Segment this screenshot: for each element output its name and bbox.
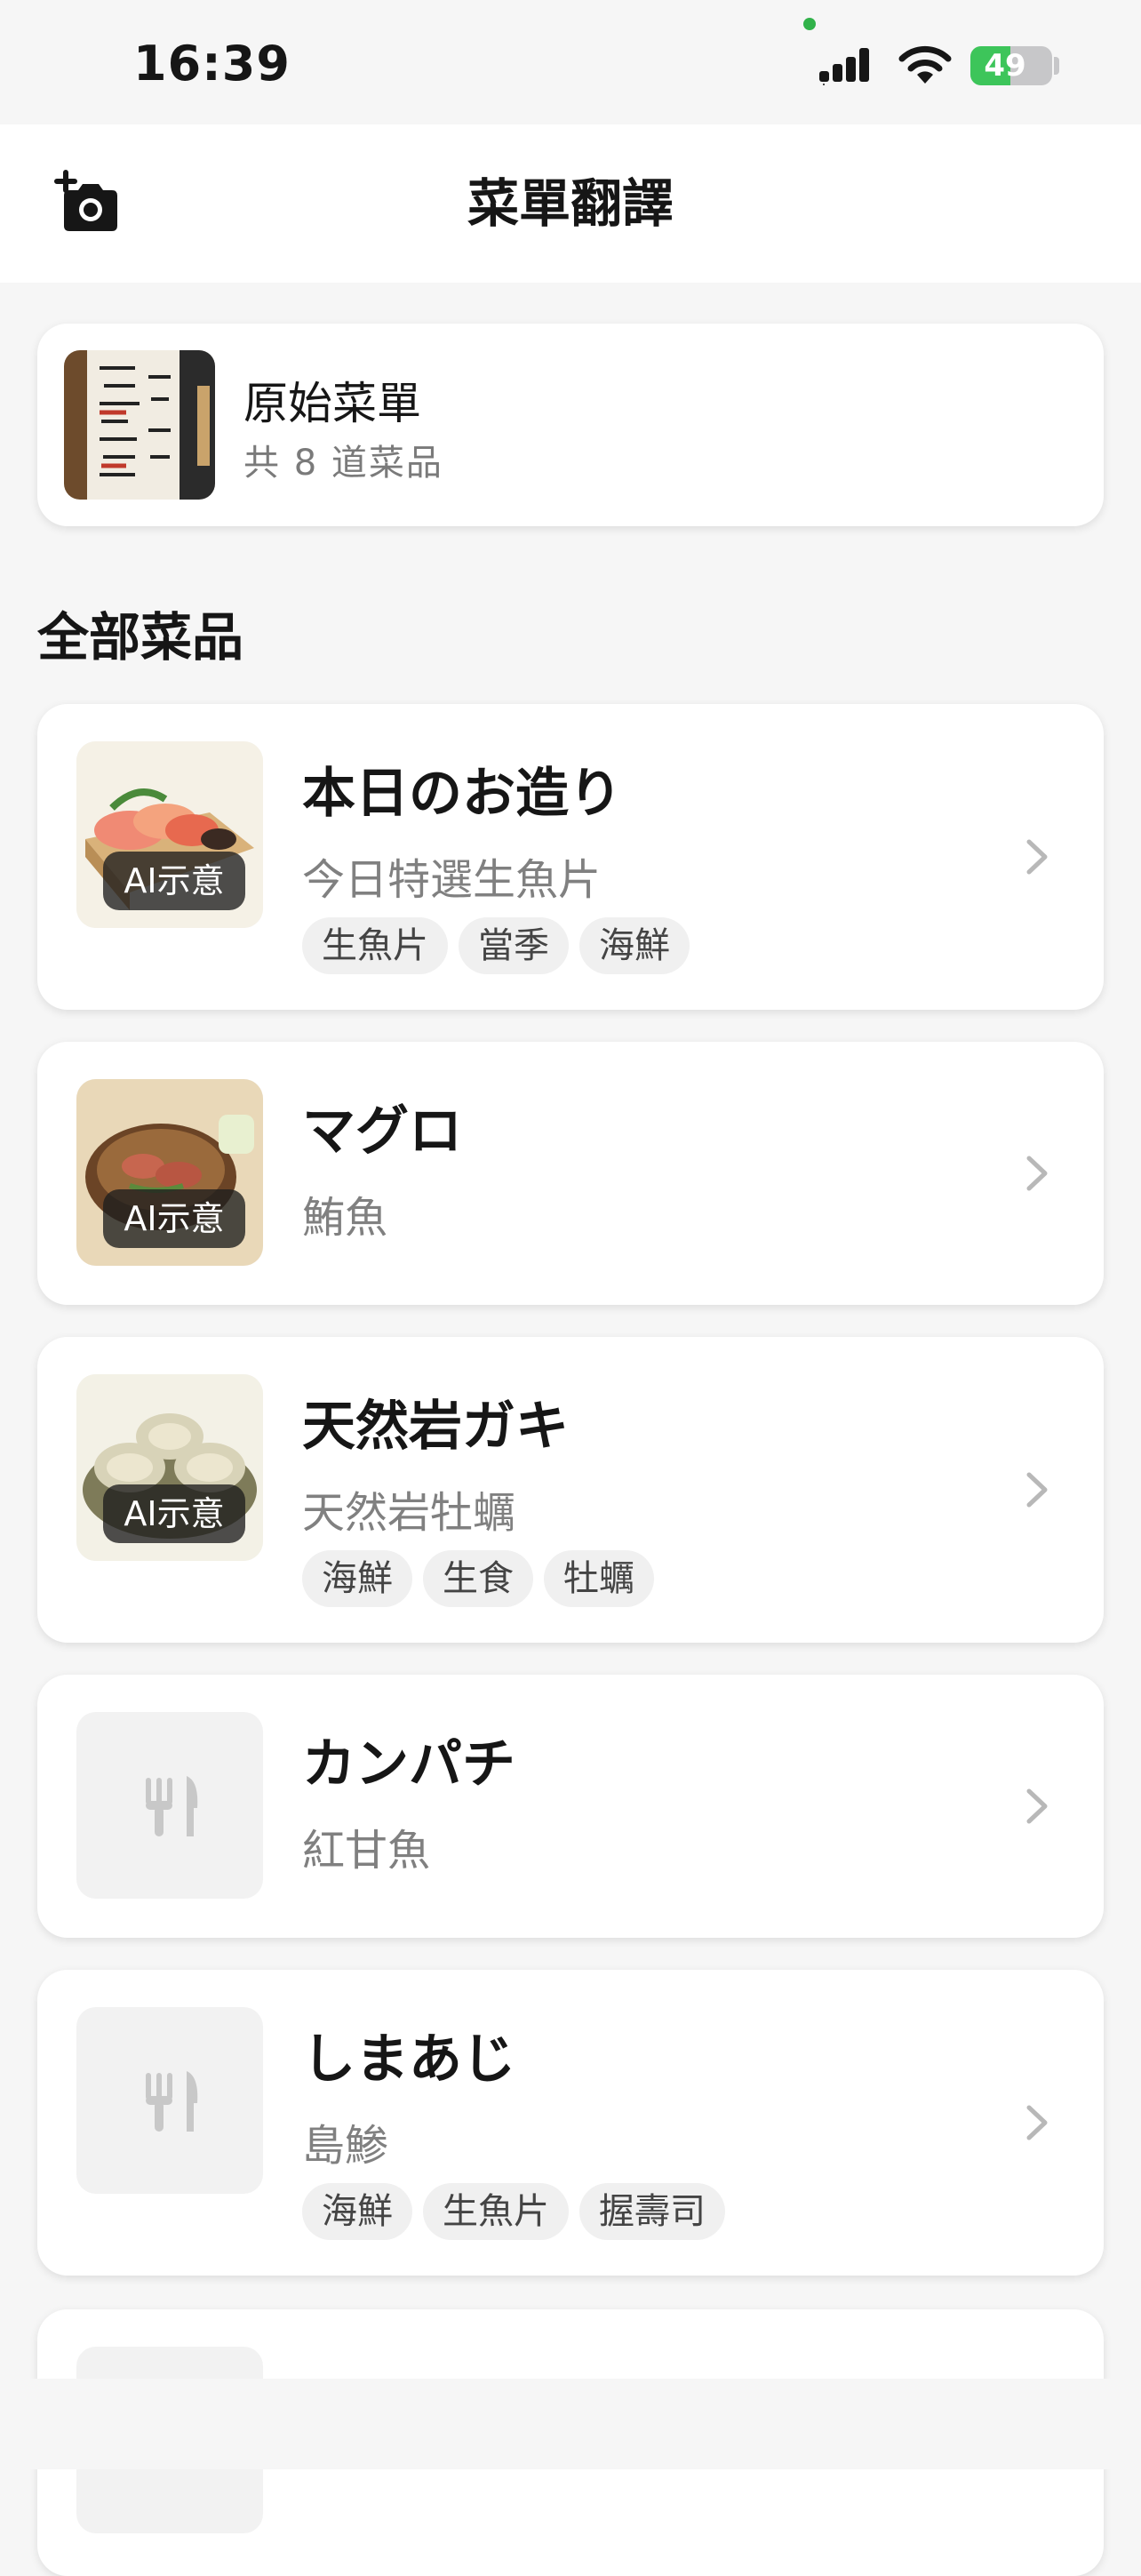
battery-icon: 49 (970, 46, 1052, 85)
dish-tag: 生食 (423, 1550, 533, 1607)
original-menu-card[interactable]: 原始菜單 共 8 道菜品 (37, 324, 1104, 526)
original-menu-title: 原始菜單 (243, 378, 421, 429)
dish-image-placeholder (76, 2007, 263, 2194)
dish-card[interactable]: AI示意 マグロ 鮪魚 (37, 1042, 1104, 1305)
utensils-icon (146, 2071, 198, 2132)
wifi-icon (898, 45, 952, 84)
section-title-all-dishes: 全部菜品 (37, 607, 244, 668)
dish-translation: 鮪魚 (302, 1193, 388, 1243)
dish-tag: 海鮮 (302, 1550, 412, 1607)
dish-name: カンパチ (302, 1733, 515, 1796)
bottom-safe-area (0, 2379, 1141, 2469)
ai-illustration-badge: AI示意 (103, 1189, 245, 1248)
privacy-indicator-dot (803, 18, 816, 30)
dish-image: AI示意 (76, 1374, 263, 1561)
dish-card[interactable]: カンパチ 紅甘魚 (37, 1675, 1104, 1938)
chevron-right-icon (1026, 839, 1048, 875)
ai-illustration-badge: AI示意 (103, 1484, 245, 1543)
dish-tags: 海鮮 生食 牡蠣 (302, 1550, 654, 1607)
dish-name: 本日のお造り (302, 763, 622, 825)
battery-level-text: 49 (984, 48, 1026, 84)
dish-image: AI示意 (76, 741, 263, 928)
dish-tag: 當季 (459, 917, 569, 974)
dish-card[interactable]: しまあじ 島鯵 海鮮 生魚片 握壽司 (37, 1970, 1104, 2276)
chevron-right-icon (1026, 1788, 1048, 1824)
navigation-bar: 菜單翻譯 (0, 124, 1141, 283)
dish-name: 天然岩ガキ (302, 1396, 569, 1458)
dish-tag: 海鮮 (302, 2183, 412, 2240)
camera-add-icon[interactable] (53, 169, 124, 240)
dish-card[interactable]: AI示意 天然岩ガキ 天然岩牡蠣 海鮮 生食 牡蠣 (37, 1337, 1104, 1643)
dish-name: マグロ (302, 1100, 462, 1163)
dish-image: AI示意 (76, 1079, 263, 1266)
chevron-right-icon (1026, 1472, 1048, 1508)
status-bar: 16:39 49 (0, 0, 1141, 124)
chevron-right-icon (1026, 1156, 1048, 1191)
dish-translation: 紅甘魚 (302, 1826, 431, 1876)
ai-illustration-badge: AI示意 (103, 852, 245, 910)
dish-translation: 天然岩牡蠣 (302, 1488, 516, 1538)
dish-translation: 今日特選生魚片 (302, 855, 602, 905)
dish-translation: 島鯵 (302, 2121, 388, 2171)
dish-tag: 海鮮 (579, 917, 690, 974)
dish-tags: 生魚片 當季 海鮮 (302, 917, 690, 974)
dish-tags: 海鮮 生魚片 握壽司 (302, 2183, 725, 2240)
original-menu-thumbnail (64, 350, 215, 500)
dish-card[interactable]: AI示意 本日のお造り 今日特選生魚片 生魚片 當季 海鮮 (37, 704, 1104, 1010)
dish-image-placeholder (76, 1712, 263, 1899)
status-time: 16:39 (133, 36, 291, 92)
battery-cap (1054, 57, 1059, 75)
cellular-signal-icon (819, 48, 869, 85)
dish-name: しまあじ (302, 2028, 515, 2091)
utensils-icon (146, 1776, 198, 1836)
chevron-right-icon (1026, 2105, 1048, 2140)
dish-tag: 握壽司 (579, 2183, 725, 2240)
dish-tag: 生魚片 (423, 2183, 569, 2240)
dish-tag: 牡蠣 (544, 1550, 654, 1607)
page-title: 菜單翻譯 (467, 173, 674, 234)
dish-tag: 生魚片 (302, 917, 448, 974)
original-menu-count: 共 8 道菜品 (243, 443, 443, 484)
